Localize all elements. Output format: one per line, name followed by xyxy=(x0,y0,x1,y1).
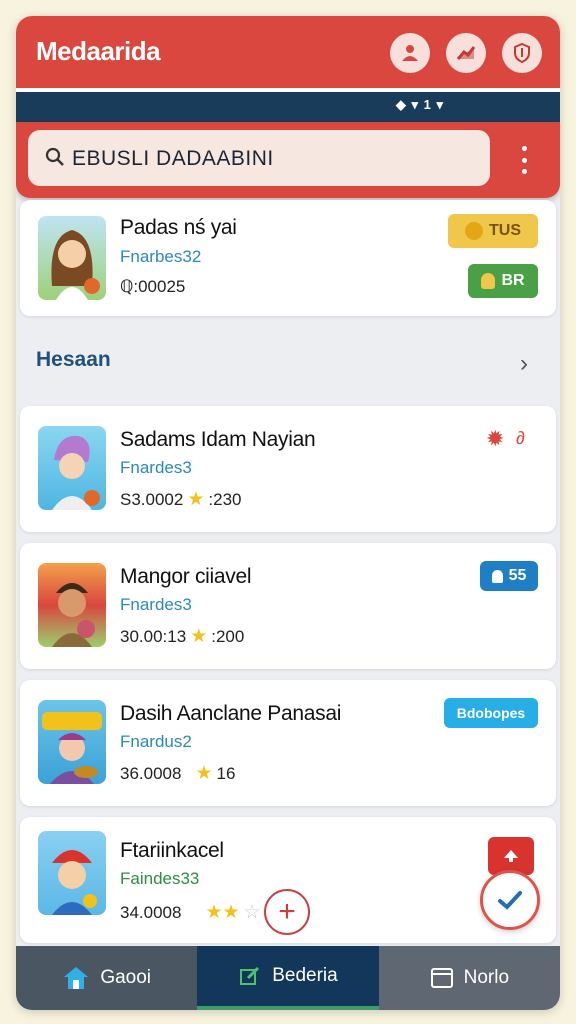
search-input[interactable]: EBUSLI DADAABINI xyxy=(28,130,490,186)
search-bar: EBUSLI DADAABINI xyxy=(16,122,560,198)
link-icon[interactable]: ∂ xyxy=(516,428,525,449)
search-value: EBUSLI DADAABINI xyxy=(72,147,274,170)
item-meta: ℚ:00025 xyxy=(120,277,186,296)
bottom-nav: Gaooi Bederia Norlo xyxy=(16,946,560,1010)
item-title: Sadams Idam Nayian xyxy=(120,428,316,451)
person-icon xyxy=(491,569,503,583)
item-title: Padas nś yai xyxy=(120,216,237,239)
status-badge[interactable]: BR xyxy=(468,264,538,298)
status-bar: ◆ ▾ 1 ▾ xyxy=(16,88,560,122)
category-badge[interactable]: Bdobopes xyxy=(444,698,538,728)
item-meta: 34.0008 ★★ ☆ xyxy=(120,902,261,923)
person-icon xyxy=(481,273,496,289)
edit-icon xyxy=(240,966,260,985)
star-empty-icon: ☆ xyxy=(243,902,261,923)
list-item[interactable]: Mangor ciiavel Fnardes3 30.00:13 ★ :200 … xyxy=(20,543,556,669)
item-subtitle: Faindes33 xyxy=(120,869,200,888)
chart-icon xyxy=(456,46,476,60)
item-meta: S3.0002 ★ :230 xyxy=(120,489,242,510)
status-icons: ◆ ▾ 1 ▾ xyxy=(395,97,444,112)
user-icon xyxy=(402,45,418,61)
item-subtitle: Fnarbes32 xyxy=(120,247,202,266)
chevron-right-icon[interactable]: › xyxy=(520,350,528,378)
add-button[interactable]: + xyxy=(264,889,310,935)
avatar xyxy=(38,216,106,300)
list-item[interactable]: Sadams Idam Nayian Fnardes3 S3.0002 ★ :2… xyxy=(20,406,556,532)
home-icon xyxy=(64,967,89,989)
app-window: Medaarida ◆ ▾ 1 ▾ EBUSLI DADAABINI Padas… xyxy=(16,16,560,1010)
search-icon xyxy=(45,147,64,166)
avatar xyxy=(38,563,106,647)
up-arrow-icon xyxy=(504,850,518,862)
item-meta: 36.0008 ★ 16 xyxy=(120,763,236,784)
nav-home[interactable]: Gaooi xyxy=(16,946,198,1010)
shield-button[interactable] xyxy=(502,33,542,73)
star-icon: ★★ xyxy=(205,902,240,923)
star-icon: ★ xyxy=(190,626,208,647)
coin-icon xyxy=(465,222,483,240)
star-icon: ★ xyxy=(187,489,205,510)
nav-active-tab[interactable]: Bederia xyxy=(197,946,379,1010)
featured-card[interactable]: Padas nś yai Fnarbes32 ℚ:00025 TUS BR xyxy=(20,200,556,316)
check-icon xyxy=(498,891,522,910)
list-item[interactable]: Dasih Aanclane Panasai Fnardus2 36.0008 … xyxy=(20,680,556,806)
window-icon xyxy=(430,968,453,988)
item-title: Mangor ciiavel xyxy=(120,565,252,588)
item-meta: 30.00:13 ★ :200 xyxy=(120,626,245,647)
profile-button[interactable] xyxy=(390,33,430,73)
app-header: Medaarida xyxy=(16,16,560,88)
confirm-button[interactable] xyxy=(480,870,540,930)
count-badge[interactable]: 55 xyxy=(480,561,538,591)
item-title: Ftariinkacel xyxy=(120,839,224,862)
avatar xyxy=(38,700,106,784)
item-subtitle: Fnardus2 xyxy=(120,732,192,751)
star-icon: ★ xyxy=(195,763,213,784)
status-badge[interactable]: TUS xyxy=(448,214,538,248)
item-subtitle: Fnardes3 xyxy=(120,595,192,614)
shield-icon xyxy=(514,42,530,64)
nav-notes[interactable]: Norlo xyxy=(378,946,560,1010)
section-title: Hesaan xyxy=(36,348,111,371)
app-title: Medaarida xyxy=(36,36,161,66)
avatar xyxy=(38,426,106,510)
avatar xyxy=(38,831,106,915)
trend-button[interactable] xyxy=(446,33,486,73)
item-subtitle: Fnardes3 xyxy=(120,458,192,477)
more-menu-button[interactable] xyxy=(512,142,536,178)
item-title: Dasih Aanclane Panasai xyxy=(120,702,342,725)
favorite-icon[interactable]: ✹ xyxy=(486,426,504,452)
